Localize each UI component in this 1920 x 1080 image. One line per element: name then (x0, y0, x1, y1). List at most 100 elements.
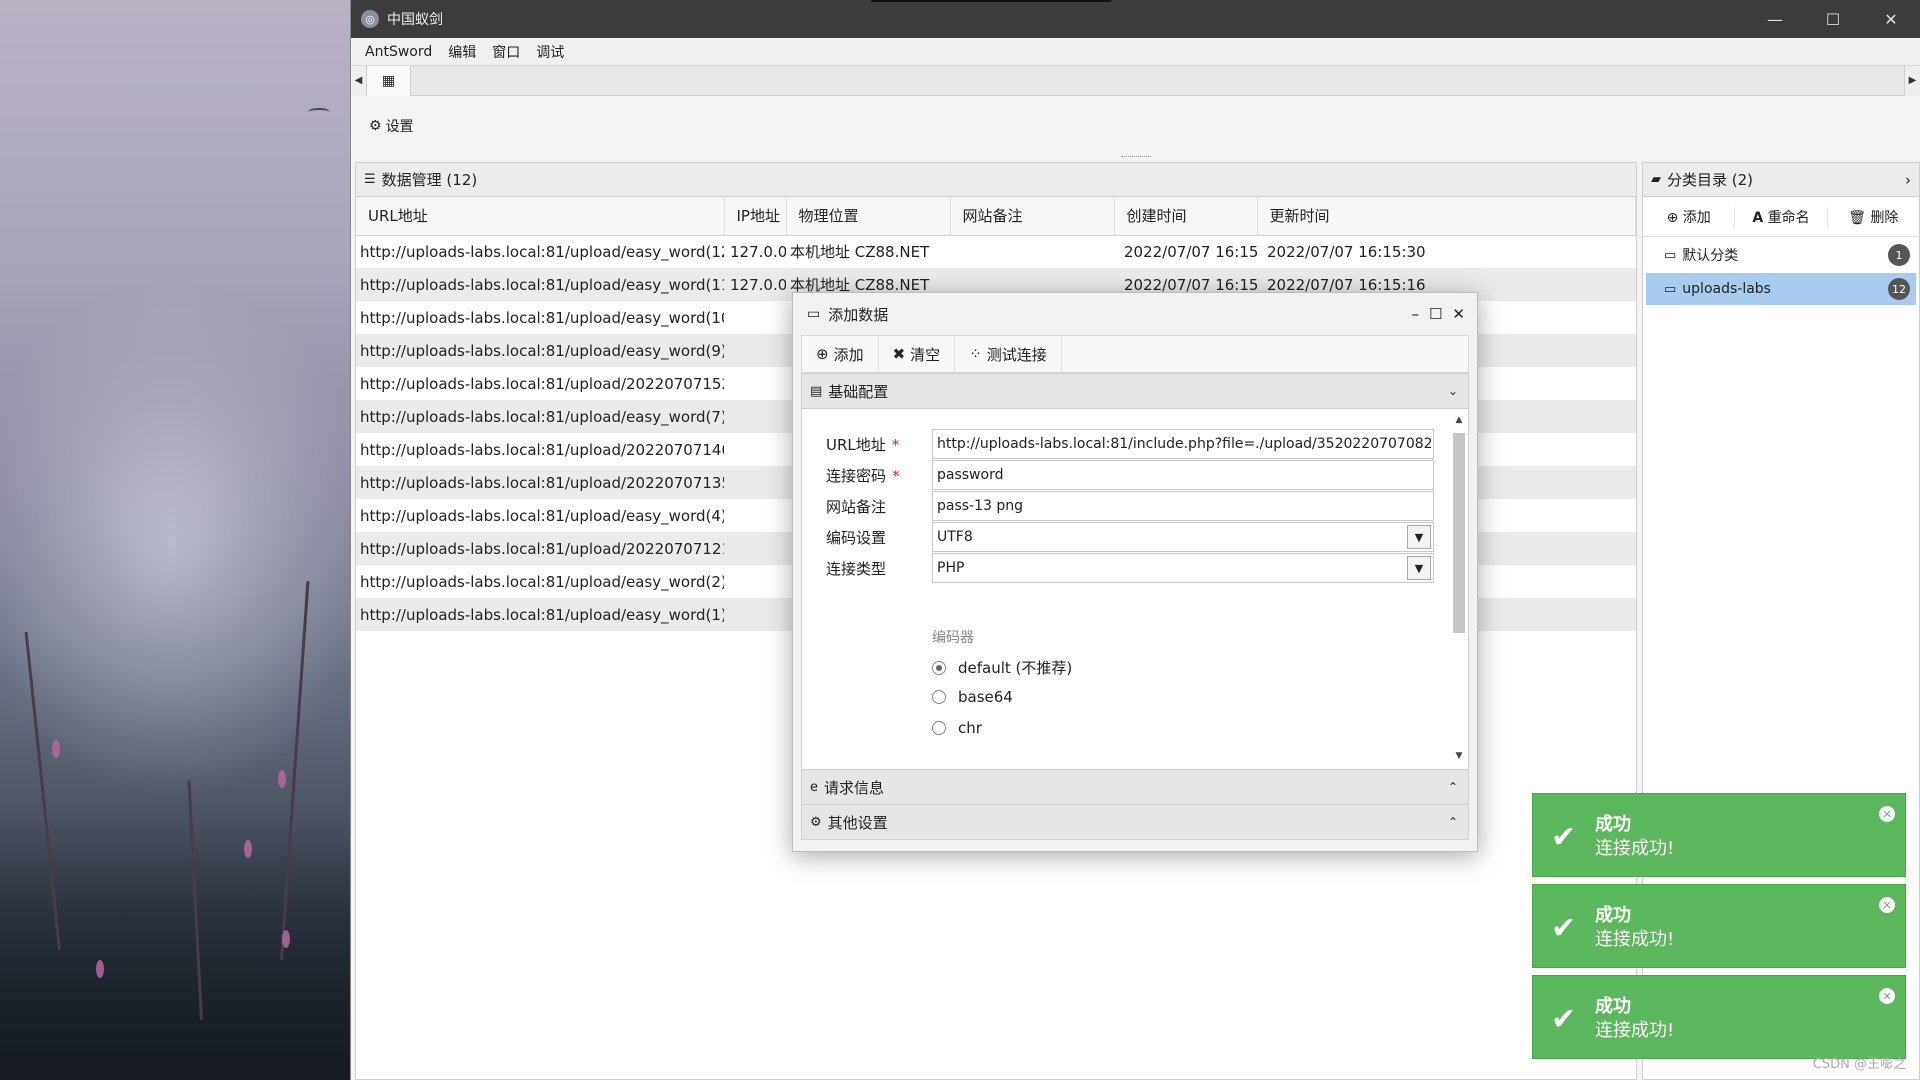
cell-ip: 127.0.0.1 (724, 268, 786, 301)
cell-url: http://uploads-labs.local:81/upload/easy… (360, 572, 724, 591)
column-location[interactable]: 物理位置 (786, 197, 951, 236)
cell-note (950, 235, 1114, 268)
dialog-clear-label: 清空 (910, 345, 941, 364)
resize-handle[interactable] (1121, 156, 1151, 158)
close-icon[interactable]: ✕ (1862, 0, 1920, 38)
window-controls: — ☐ ✕ (1746, 0, 1920, 38)
dialog-test-connection-button[interactable]: ⁘ 测试连接 (955, 336, 1062, 372)
chevron-down-icon: ⌄ (1447, 384, 1458, 398)
chevron-down-icon[interactable]: ▼ (1407, 525, 1431, 549)
section-request-title: 请求信息 (824, 778, 885, 797)
column-note[interactable]: 网站备注 (950, 197, 1115, 236)
table-row[interactable]: http://uploads-labs.local:81/upload/easy… (356, 235, 1636, 268)
menu-window[interactable]: 窗口 (484, 42, 528, 62)
radio-unchecked-icon[interactable] (932, 721, 946, 735)
minimize-icon[interactable]: — (1746, 0, 1804, 38)
section-basic-config[interactable]: ▤ 基础配置 ⌄ (801, 373, 1469, 409)
chevron-down-icon[interactable]: ▼ (1407, 556, 1431, 580)
column-url[interactable]: URL地址 (356, 197, 725, 236)
tab-home[interactable]: ▦ (367, 65, 411, 96)
category-panel-title: 分类目录 (2) (1667, 171, 1754, 189)
trash-icon: 🗑 (1848, 209, 1866, 226)
type-select[interactable]: PHP ▼ (932, 553, 1434, 583)
encoding-selected-value: UTF8 (937, 529, 973, 545)
cell-url: http://uploads-labs.local:81/upload/easy… (360, 242, 724, 261)
category-rename-button[interactable]: A 重命名 (1735, 206, 1828, 227)
scrollbar-thumb[interactable] (1453, 433, 1465, 633)
settings-button[interactable]: 设置 (386, 116, 414, 136)
tab-scroll-right-icon[interactable]: ▶ (1904, 65, 1920, 96)
category-delete-button[interactable]: 🗑 删除 (1828, 207, 1919, 227)
cell-url: http://uploads-labs.local:81/upload/easy… (356, 268, 724, 301)
toast-title: 成功 (1595, 905, 1631, 926)
url-input[interactable]: http://uploads-labs.local:81/include.php… (932, 429, 1434, 459)
category-add-label: 添加 (1682, 209, 1711, 226)
column-created[interactable]: 创建时间 (1114, 197, 1258, 236)
cell-ip (724, 565, 786, 598)
chevron-up-icon: ⌃ (1447, 780, 1458, 794)
dialog-title-bar[interactable]: ▭ 添加数据 – ☐ ✕ (793, 293, 1477, 335)
x-icon: ✖ (892, 345, 906, 363)
maximize-icon[interactable]: ☐ (1804, 0, 1862, 38)
tab-scroll-left-icon[interactable]: ◀ (351, 65, 367, 96)
radio-checked-icon[interactable] (932, 660, 946, 675)
dialog-add-button[interactable]: ⊕ 添加 (802, 336, 879, 372)
document-icon: ▤ (810, 383, 823, 399)
radio-unchecked-icon[interactable] (932, 690, 946, 704)
cell-url: http://uploads-labs.local:81/upload/2022… (356, 532, 724, 565)
menu-antsword[interactable]: AntSword (357, 44, 440, 60)
dialog-controls: – ☐ ✕ (1411, 305, 1465, 323)
scroll-down-icon[interactable]: ▼ (1452, 751, 1466, 765)
cell-ip (724, 334, 786, 367)
dialog-minimize-icon[interactable]: – (1411, 305, 1419, 323)
title-bar[interactable]: ◎ 中国蚁剑 — ☐ ✕ (351, 0, 1920, 38)
toast-close-icon[interactable]: ✕ (1879, 988, 1895, 1004)
scroll-up-icon[interactable]: ▲ (1452, 415, 1466, 429)
category-count-badge: 12 (1888, 278, 1910, 300)
plus-circle-icon: ⊕ (1666, 209, 1679, 226)
form-scrollbar[interactable]: ▲ ▼ (1452, 415, 1466, 765)
category-delete-label: 删除 (1870, 209, 1899, 226)
menu-debug[interactable]: 调试 (528, 42, 572, 62)
dialog-clear-button[interactable]: ✖ 清空 (879, 336, 956, 372)
cell-url: http://uploads-labs.local:81/upload/easy… (356, 334, 724, 367)
wallpaper-petal (282, 930, 290, 948)
password-input[interactable]: password (932, 460, 1434, 490)
wallpaper-petal (244, 840, 252, 858)
category-item-uploads-labs[interactable]: ▭ uploads-labs 12 (1646, 273, 1916, 305)
encoder-option-default[interactable]: default (不推荐) (932, 657, 1072, 678)
cogs-icon: ⚙ (810, 814, 822, 830)
basic-config-body: URL地址 * http://uploads-labs.local:81/incl… (801, 409, 1469, 769)
menu-edit[interactable]: 编辑 (440, 42, 484, 62)
wallpaper-petal (96, 960, 104, 978)
cell-ip (724, 400, 786, 433)
category-toolbar: ⊕ 添加 A 重命名 🗑 删除 (1643, 197, 1919, 237)
category-item-default[interactable]: ▭ 默认分类 1 (1646, 239, 1916, 271)
cell-ip (724, 532, 786, 565)
toast-close-icon[interactable]: ✕ (1879, 806, 1895, 822)
category-add-button[interactable]: ⊕ 添加 (1643, 206, 1736, 227)
encoder-option-base64[interactable]: base64 (932, 688, 1013, 706)
encoder-option-chr[interactable]: chr (932, 719, 982, 737)
password-label-text: 连接密码 (826, 466, 887, 485)
toast-message: 连接成功! (1595, 838, 1675, 859)
category-count-badge: 1 (1888, 244, 1910, 266)
password-label: 连接密码 * (826, 465, 932, 486)
dialog-maximize-icon[interactable]: ☐ (1429, 305, 1442, 323)
column-updated[interactable]: 更新时间 (1257, 197, 1636, 236)
toast-close-icon[interactable]: ✕ (1879, 897, 1895, 913)
dialog-close-icon[interactable]: ✕ (1452, 305, 1465, 323)
grid-icon: ▦ (381, 72, 396, 89)
toast-title: 成功 (1595, 996, 1631, 1017)
cell-url: http://uploads-labs.local:81/upload/easy… (356, 400, 724, 433)
column-ip[interactable]: IP地址 (724, 197, 787, 236)
chevron-right-icon[interactable]: › (1905, 171, 1911, 189)
plus-circle-icon: ⊕ (816, 345, 829, 363)
form-row-url: URL地址 * http://uploads-labs.local:81/incl… (826, 429, 1434, 459)
form-row-password: 连接密码 * password (826, 460, 1434, 490)
note-input[interactable]: pass-13 png (932, 491, 1434, 521)
watermark: CSDN @王嘭之 (1812, 1057, 1906, 1072)
encoding-select[interactable]: UTF8 ▼ (932, 522, 1434, 552)
section-other-settings[interactable]: ⚙ 其他设置 ⌃ (801, 804, 1469, 840)
section-request-info[interactable]: e 请求信息 ⌃ (801, 769, 1469, 805)
